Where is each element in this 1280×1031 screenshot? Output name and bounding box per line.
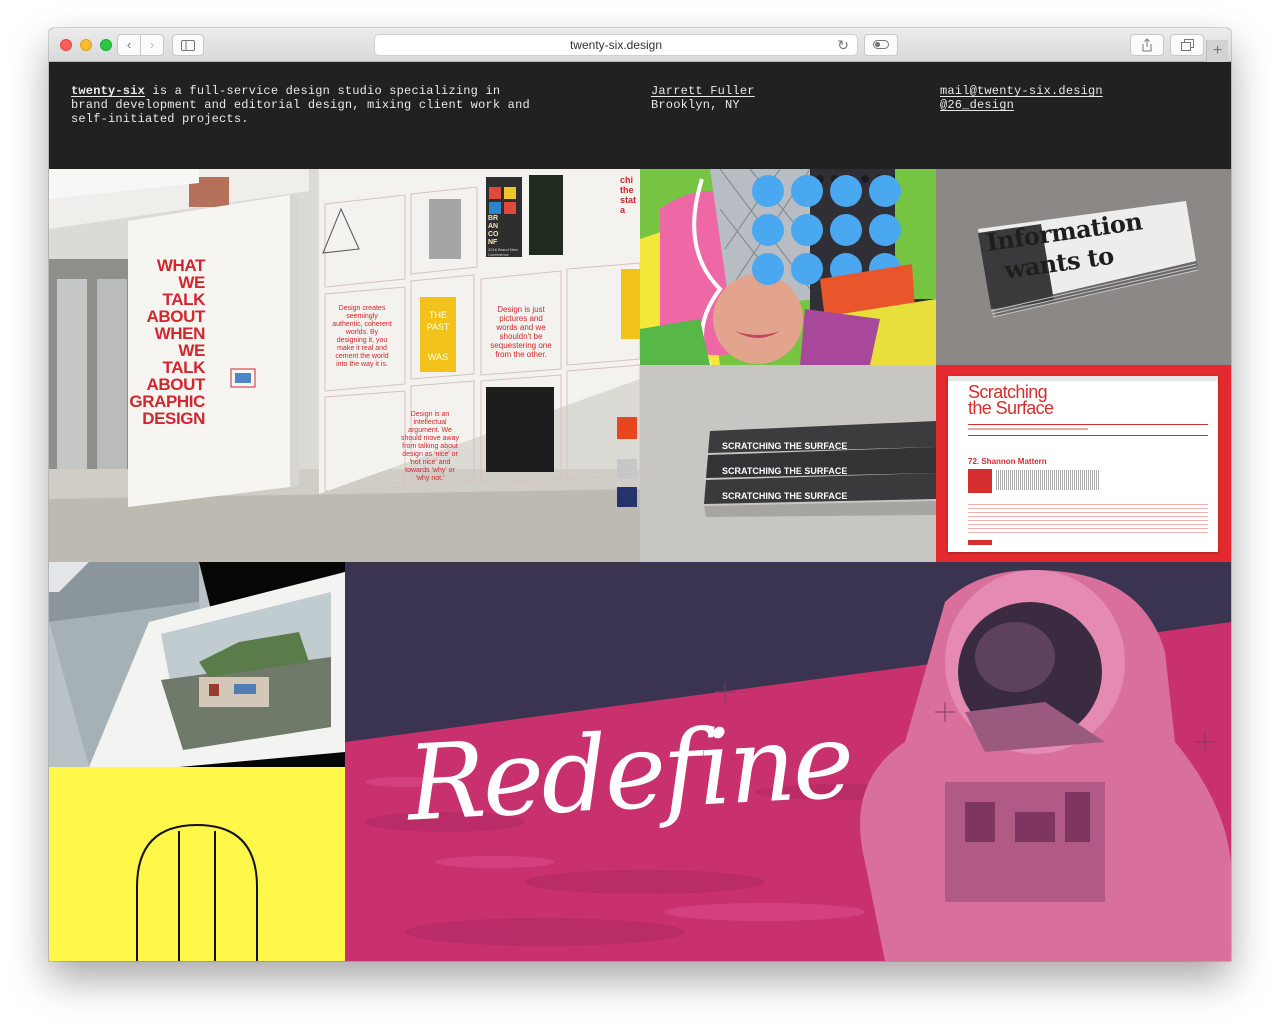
share-icon	[1142, 38, 1152, 52]
collage-artwork	[640, 169, 936, 365]
reader-toggle-button[interactable]	[864, 34, 898, 56]
studio-name-link[interactable]: twenty-six	[71, 84, 145, 98]
chevron-left-icon: ‹	[126, 37, 132, 52]
photobook-photo	[49, 562, 345, 767]
podcast-screenshot: Scratching the Surface 72. Shannon Matte…	[948, 376, 1218, 552]
minimize-window-button[interactable]	[80, 39, 92, 51]
browser-toolbar: ‹ › twenty-six.design ↻ +	[49, 28, 1231, 62]
contact-person: Jarrett Fuller Brooklyn, NY	[651, 84, 755, 112]
exhibit-headline: WHAT WE TALK ABOUT WHEN WE TALK ABOUT GRAPHIC DES…	[129, 256, 205, 428]
redefine-script: Redefine	[404, 699, 855, 845]
close-window-button[interactable]	[60, 39, 72, 51]
exhibit-right-poster: chi the stat a	[620, 175, 637, 215]
chevron-right-icon: ›	[149, 37, 155, 52]
project-tile-collage[interactable]	[640, 169, 936, 365]
browser-window: ‹ › twenty-six.design ↻ + twenty-six is …	[49, 28, 1231, 961]
book-spines: SCRATCHING THE SURFACE SCRATCHING THE SU…	[722, 441, 848, 501]
email-link[interactable]: mail@twenty-six.design	[940, 84, 1103, 98]
project-tile-redefine[interactable]: Redefine	[345, 562, 1231, 961]
exhibit-yellow-poster: THE PAST WAS	[426, 310, 450, 362]
podcast-title: Scratching the Surface	[968, 382, 1054, 418]
new-tab-button[interactable]: +	[1206, 40, 1228, 62]
exhibit-poster-1: Design creates seemingly authentic, cohe…	[332, 305, 392, 368]
project-tile-podcast[interactable]: Scratching the Surface 72. Shannon Matte…	[936, 365, 1231, 562]
share-button[interactable]	[1130, 34, 1164, 56]
yellow-letterform	[136, 823, 258, 961]
sidebar-icon	[181, 40, 195, 51]
project-tile-books[interactable]: SCRATCHING THE SURFACE SCRATCHING THE SU…	[640, 365, 936, 562]
project-tile-yellow[interactable]	[49, 767, 345, 961]
project-tile-photobook[interactable]	[49, 562, 345, 767]
sidebar-toggle-button[interactable]	[172, 34, 204, 56]
reload-icon[interactable]: ↻	[837, 35, 849, 55]
toggle-icon	[873, 40, 889, 49]
project-tile-newspaper[interactable]: Information wants to	[936, 169, 1231, 365]
maximize-window-button[interactable]	[100, 39, 112, 51]
site-header: twenty-six is a full-service design stud…	[49, 62, 1231, 169]
location-text: Brooklyn, NY	[651, 98, 740, 112]
exhibit-poster-3: Design is an intellectual argument. We s…	[401, 411, 459, 482]
tabs-icon	[1180, 39, 1194, 51]
back-button[interactable]: ‹	[117, 34, 141, 56]
tabs-overview-button[interactable]	[1170, 34, 1204, 56]
contact-links: mail@twenty-six.design @26_design	[940, 84, 1103, 112]
exhibit-poster-2: Design is just pictures and words and we…	[490, 305, 552, 359]
studio-intro: twenty-six is a full-service design stud…	[71, 84, 541, 126]
person-name-link[interactable]: Jarrett Fuller	[651, 84, 755, 98]
address-url: twenty-six.design	[569, 38, 663, 52]
social-handle-link[interactable]: @26_design	[940, 98, 1103, 112]
plus-icon: +	[1212, 42, 1223, 59]
podcast-episode: 72. Shannon Mattern	[968, 457, 1047, 466]
exhibit-brand-new-poster: BR AN CO NF 2016 Brand New Conference	[488, 215, 518, 257]
address-bar[interactable]: twenty-six.design ↻	[374, 34, 858, 56]
project-tile-exhibition[interactable]: WHAT WE TALK ABOUT WHEN WE TALK ABOUT GRAPHIC DES…	[49, 169, 640, 562]
forward-button[interactable]: ›	[140, 34, 164, 56]
